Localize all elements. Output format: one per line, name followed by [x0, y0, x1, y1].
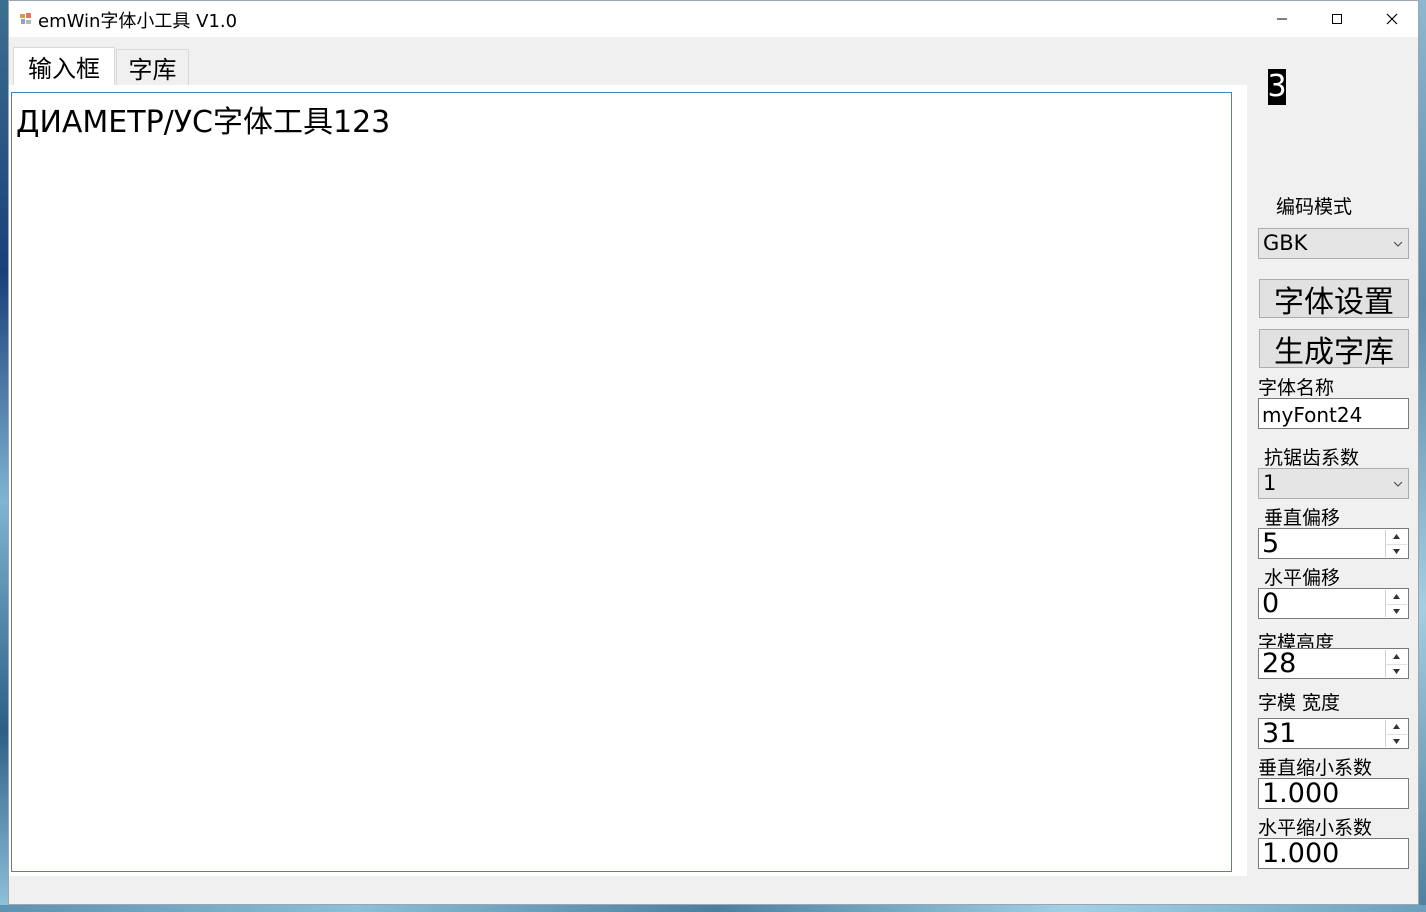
h-offset-label: 水平偏移: [1264, 567, 1341, 589]
antialias-label: 抗锯齿系数: [1264, 447, 1360, 469]
title-bar[interactable]: emWin字体小工具 V1.0: [9, 1, 1418, 37]
text-input-area[interactable]: ДИАМЕТР/УС字体工具123: [11, 92, 1232, 872]
minimize-icon: [1276, 18, 1287, 20]
v-scale-input[interactable]: 1.000: [1258, 778, 1409, 809]
font-name-input[interactable]: myFont24: [1258, 398, 1409, 429]
v-offset-spinbox[interactable]: 5: [1258, 528, 1409, 559]
h-offset-increment[interactable]: [1386, 590, 1407, 603]
glyph-height-value: 28: [1262, 648, 1297, 679]
close-icon: [1386, 13, 1397, 25]
spin-up-icon: [1393, 654, 1400, 659]
v-offset-label: 垂直偏移: [1264, 507, 1341, 529]
close-button[interactable]: [1364, 1, 1419, 37]
glyph-preview-char: 3: [1267, 69, 1287, 104]
tab-content-pane: ДИАМЕТР/УС字体工具123: [9, 85, 1247, 876]
encoding-label: 编码模式: [1276, 196, 1353, 218]
minimize-button[interactable]: [1254, 1, 1309, 37]
glyph-width-label: 字模 宽度: [1258, 692, 1341, 714]
font-name-label: 字体名称: [1258, 377, 1335, 399]
desktop-background-left: [0, 0, 8, 912]
desktop-background-bottom: [0, 905, 1426, 912]
tab-font-library[interactable]: 字库: [116, 49, 189, 85]
maximize-icon: [1331, 14, 1342, 24]
tab-input-box-label: 输入框: [28, 55, 100, 83]
tab-font-library-label: 字库: [128, 56, 177, 84]
encoding-select[interactable]: GBK: [1258, 228, 1409, 259]
spin-up-icon: [1393, 534, 1400, 539]
chevron-down-icon: [1393, 241, 1403, 247]
font-settings-button[interactable]: 字体设置: [1259, 279, 1409, 320]
v-offset-value: 5: [1262, 528, 1280, 559]
v-scale-label: 垂直缩小系数: [1258, 757, 1373, 779]
spin-down-icon: [1393, 739, 1400, 744]
h-scale-label: 水平缩小系数: [1258, 817, 1373, 839]
status-bar: [9, 876, 1418, 904]
spin-up-icon: [1393, 594, 1400, 599]
glyph-height-spinbox[interactable]: 28: [1258, 648, 1409, 679]
glyph-height-decrement[interactable]: [1386, 664, 1407, 678]
spin-up-icon: [1393, 724, 1400, 729]
generate-library-button-label: 生成字库: [1274, 334, 1394, 370]
glyph-width-decrement[interactable]: [1386, 734, 1407, 748]
maximize-button[interactable]: [1309, 1, 1364, 37]
v-offset-increment[interactable]: [1386, 530, 1407, 543]
chevron-down-icon: [1393, 481, 1403, 487]
tab-input-box[interactable]: 输入框: [13, 47, 115, 85]
app-icon[interactable]: [18, 11, 34, 27]
encoding-select-value: GBK: [1263, 231, 1308, 255]
h-scale-input[interactable]: 1.000: [1258, 838, 1409, 869]
desktop-background-right: [1419, 0, 1426, 912]
h-offset-decrement[interactable]: [1386, 604, 1407, 618]
v-offset-spin-buttons: [1385, 530, 1407, 557]
v-offset-decrement[interactable]: [1386, 544, 1407, 558]
h-offset-spinbox[interactable]: 0: [1258, 588, 1409, 619]
spin-down-icon: [1393, 669, 1400, 674]
glyph-width-value: 31: [1262, 718, 1297, 749]
h-scale-value: 1.000: [1262, 838, 1340, 869]
antialias-select[interactable]: 1: [1258, 468, 1409, 499]
glyph-width-spin-buttons: [1385, 720, 1407, 747]
antialias-select-value: 1: [1263, 471, 1277, 495]
generate-library-button[interactable]: 生成字库: [1259, 329, 1409, 370]
h-offset-spin-buttons: [1385, 590, 1407, 617]
font-settings-button-label: 字体设置: [1274, 284, 1394, 320]
spin-down-icon: [1393, 609, 1400, 614]
editor-text: ДИАМЕТР/УС字体工具123: [16, 105, 391, 140]
font-name-value: myFont24: [1262, 403, 1363, 427]
glyph-height-spin-buttons: [1385, 650, 1407, 677]
glyph-width-increment[interactable]: [1386, 720, 1407, 733]
spin-down-icon: [1393, 549, 1400, 554]
window-title: emWin字体小工具 V1.0: [38, 11, 238, 32]
h-offset-value: 0: [1262, 588, 1280, 619]
v-scale-value: 1.000: [1262, 778, 1340, 809]
glyph-width-spinbox[interactable]: 31: [1258, 718, 1409, 749]
glyph-preview: 3: [1267, 69, 1287, 105]
app-window: emWin字体小工具 V1.0 输入框 字库 ДИАМЕТР/УС字体工具123: [8, 0, 1419, 905]
glyph-height-increment[interactable]: [1386, 650, 1407, 663]
